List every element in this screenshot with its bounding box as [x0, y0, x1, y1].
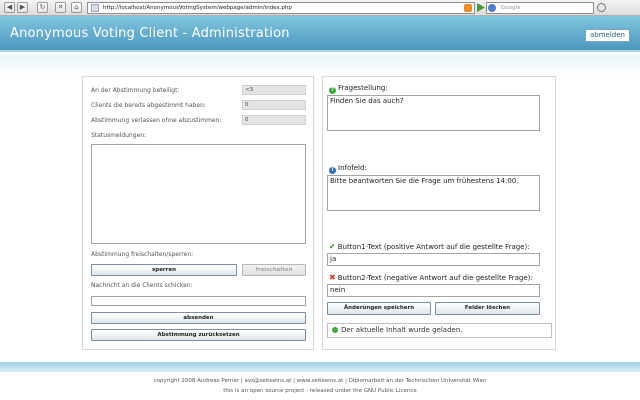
footer-license: this is an open source project - release… — [223, 388, 417, 394]
button1-input[interactable]: ja — [327, 253, 540, 266]
check-icon: ✔ — [329, 242, 336, 251]
question-icon: ? — [329, 87, 336, 94]
footer-bar — [0, 362, 640, 372]
search-engine-icon[interactable] — [488, 4, 496, 12]
status-messages-label: Statusmeldungen: — [91, 132, 147, 139]
status-ok-icon — [332, 326, 338, 333]
load-status-message: Der aktuelle Inhalt wurde geladen. — [327, 323, 552, 338]
cross-icon: ✖ — [329, 273, 336, 282]
participants-value: <3 — [242, 85, 306, 95]
page-title: Anonymous Voting Client - Administration — [10, 26, 290, 41]
info-label: i Infofeld: — [329, 164, 367, 174]
info-icon: i — [329, 167, 336, 174]
info-textarea[interactable]: Bitte beantworten Sie die Frage um frühe… — [327, 175, 540, 211]
unlock-button[interactable]: freischalten — [242, 264, 306, 276]
logout-button[interactable]: abmelden — [585, 29, 630, 42]
page-favicon-icon — [91, 4, 99, 12]
button2-input[interactable]: nein — [327, 284, 540, 297]
go-icon[interactable] — [477, 3, 485, 12]
save-changes-button[interactable]: Änderungen speichern — [327, 302, 431, 315]
search-icon[interactable] — [597, 3, 606, 12]
send-button[interactable]: absenden — [91, 312, 306, 324]
info-label-text: Infofeld: — [338, 164, 367, 172]
footer-copyright: copyright 2008 Andreas Perner | avs@seit… — [153, 378, 487, 384]
reload-icon[interactable]: ↻ — [37, 2, 48, 13]
release-lock-label: Abstimmung freischalten/sperren: — [91, 251, 194, 258]
search-input[interactable]: Google — [486, 2, 594, 14]
message-label: Nachricht an die Clients schicken: — [91, 282, 193, 289]
button1-label: ✔ Button1-Text (positive Antwort auf die … — [329, 242, 530, 251]
feed-icon[interactable] — [464, 4, 472, 12]
button2-label-text: Button2-Text (negative Antwort auf die g… — [337, 274, 533, 282]
voting-control-panel: An der Abstimmung beteiligt: <3 Clients … — [82, 76, 314, 350]
status-messages-area[interactable] — [91, 144, 306, 244]
reset-voting-button[interactable]: Abstimmung zurücksetzen — [91, 329, 306, 341]
left-without-vote-value: 0 — [242, 115, 306, 125]
question-label-text: Fragestellung: — [338, 84, 388, 92]
question-label: ? Fragestellung: — [329, 84, 388, 94]
lock-button[interactable]: sperren — [91, 264, 237, 276]
participants-label: An der Abstimmung beteiligt: — [91, 87, 180, 94]
button2-label: ✖ Button2-Text (negative Antwort auf die … — [329, 273, 533, 282]
browser-toolbar: ◀ ▶ ↻ ✕ ⌂ http://localhost/AnonymousVoti… — [0, 0, 640, 16]
back-icon[interactable]: ◀ — [4, 2, 15, 13]
question-editor-panel: ? Fragestellung: Finden Sie das auch? i In… — [322, 76, 556, 350]
address-bar[interactable]: http://localhost/AnonymousVotingSystem/w… — [87, 2, 475, 14]
load-status-text: Der aktuelle Inhalt wurde geladen. — [341, 326, 463, 334]
app-header: Anonymous Voting Client - Administration… — [0, 16, 640, 52]
question-textarea[interactable]: Finden Sie das auch? — [327, 95, 540, 131]
header-gradient — [0, 54, 640, 76]
clear-fields-button[interactable]: Felder löschen — [435, 302, 540, 315]
message-input[interactable] — [91, 296, 306, 306]
stop-icon[interactable]: ✕ — [55, 2, 66, 13]
button1-label-text: Button1-Text (positive Antwort auf die g… — [337, 243, 530, 251]
voted-label: Clients die bereits abgestimmt haben: — [91, 102, 206, 109]
home-icon[interactable]: ⌂ — [71, 2, 82, 13]
left-without-vote-label: Abstimmung verlassen ohne abzustimmen: — [91, 117, 222, 124]
voted-value: 0 — [242, 100, 306, 110]
forward-icon[interactable]: ▶ — [17, 2, 28, 13]
